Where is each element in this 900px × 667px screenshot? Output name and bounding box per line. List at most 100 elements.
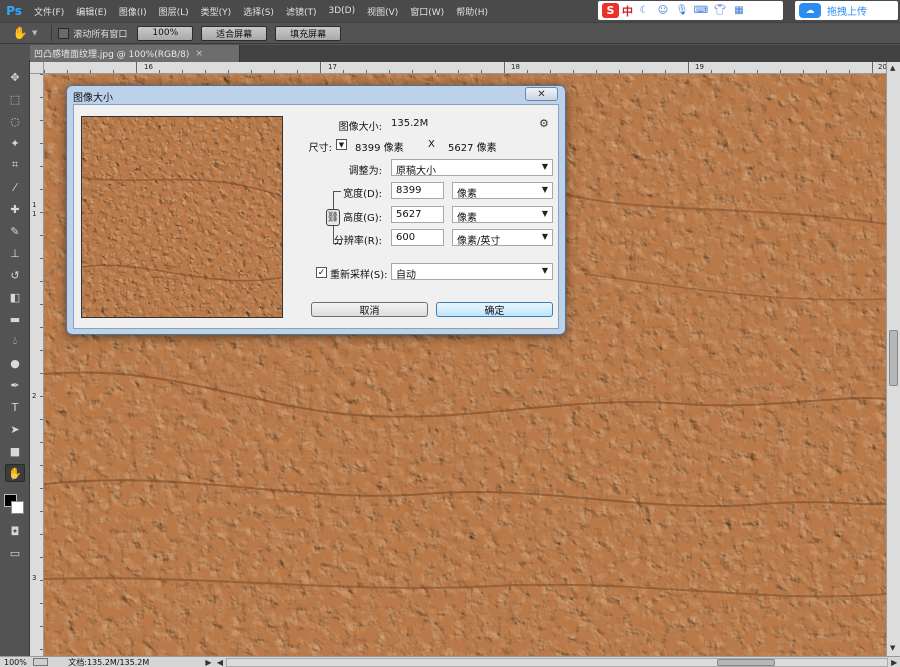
fill-screen-button[interactable]: 填充屏幕: [275, 25, 342, 41]
ime-mode-toggle[interactable]: 中: [622, 3, 633, 19]
image-size-label: 图像大小:: [338, 122, 382, 133]
document-tab[interactable]: 凹凸感墙面纹理.jpg @ 100%(RGB/8) ×: [30, 45, 240, 62]
resample-checkbox[interactable]: ✓: [316, 267, 327, 278]
menu-3d[interactable]: 3D(D): [322, 6, 361, 16]
moon-icon[interactable]: ☾: [636, 4, 652, 17]
menu-filter[interactable]: 滤镜(T): [280, 5, 323, 18]
hand-tool-icon[interactable]: ✋: [10, 24, 30, 42]
pen-tool-icon[interactable]: ✒: [5, 376, 25, 394]
horizontal-scroll-thumb[interactable]: [716, 658, 775, 666]
ruler-tick: [596, 70, 597, 73]
tool-preset-dropdown-icon[interactable]: ▼: [32, 29, 37, 37]
brush-tool-icon[interactable]: ✎: [5, 222, 25, 240]
fit-screen-button[interactable]: 适合屏幕: [201, 25, 268, 41]
vertical-scrollbar[interactable]: ▲ ▼: [886, 62, 900, 656]
gear-icon[interactable]: ⚙: [539, 117, 549, 130]
ruler-tick: [435, 70, 436, 73]
ruler-tick: [550, 70, 551, 73]
image-preview[interactable]: [81, 116, 283, 318]
status-menu-icon[interactable]: ▶: [203, 658, 215, 667]
menu-type[interactable]: 类型(Y): [195, 5, 238, 18]
menu-edit[interactable]: 编辑(E): [70, 5, 113, 18]
crop-tool-icon[interactable]: ⌗: [5, 156, 25, 174]
ruler-tick: [872, 62, 873, 73]
vertical-ruler[interactable]: 1 1 2 3: [30, 74, 44, 656]
ruler-tick: [136, 62, 137, 73]
clone-stamp-tool-icon[interactable]: ⊥: [5, 244, 25, 262]
menu-layer[interactable]: 图层(L): [153, 5, 195, 18]
shirt-icon[interactable]: 👕︎: [712, 4, 728, 17]
status-zoom[interactable]: 100%: [0, 658, 33, 667]
height-unit-select[interactable]: 像素 ▼: [452, 206, 553, 224]
eraser-tool-icon[interactable]: ◧: [5, 288, 25, 306]
width-unit-select[interactable]: 像素 ▼: [452, 182, 553, 200]
menu-select[interactable]: 选择(S): [237, 5, 280, 18]
smile-icon[interactable]: ☺: [655, 4, 671, 17]
rectangle-tool-icon[interactable]: ■: [5, 442, 25, 460]
resolution-unit-select[interactable]: 像素/英寸 ▼: [452, 229, 553, 247]
close-icon[interactable]: ✕: [525, 87, 558, 101]
ruler-tick: [412, 70, 413, 73]
keyboard-icon[interactable]: ⌨: [693, 4, 709, 17]
width-input[interactable]: 8399: [391, 182, 444, 199]
ruler-label: 18: [511, 63, 520, 71]
ruler-label: 20: [878, 63, 886, 71]
lasso-tool-icon[interactable]: ◌: [5, 112, 25, 130]
dimensions-dropdown-icon[interactable]: ▼: [336, 139, 347, 150]
ruler-tick: [297, 70, 298, 73]
background-color-swatch[interactable]: [11, 501, 24, 514]
healing-brush-tool-icon[interactable]: ✚: [5, 200, 25, 218]
menu-view[interactable]: 视图(V): [361, 5, 404, 18]
menu-window[interactable]: 窗口(W): [404, 5, 450, 18]
image-size-dialog: 图像大小 ✕ ⚙ 图像大小: 135.2M 尺寸: ▼ 8399 像素 X 56…: [66, 85, 566, 335]
scroll-left-icon[interactable]: ◀: [214, 658, 226, 667]
height-input[interactable]: 5627: [391, 206, 444, 223]
ruler-tick: [780, 70, 781, 73]
mic-icon[interactable]: 🎙︎: [674, 4, 690, 17]
zoom-100-button[interactable]: 100%: [137, 25, 194, 41]
ruler-tick: [40, 304, 43, 305]
menu-file[interactable]: 文件(F): [28, 5, 70, 18]
gradient-tool-icon[interactable]: ▬: [5, 310, 25, 328]
history-brush-tool-icon[interactable]: ↺: [5, 266, 25, 284]
ruler-tick: [40, 120, 43, 121]
resolution-unit-value: 像素/英寸: [457, 236, 501, 247]
ruler-tick: [688, 62, 689, 73]
cancel-button[interactable]: 取消: [311, 302, 428, 317]
scroll-right-icon[interactable]: ▶: [888, 658, 900, 667]
eyedropper-tool-icon[interactable]: ⁄: [5, 178, 25, 196]
resample-select[interactable]: 自动 ▼: [391, 263, 553, 281]
quick-mask-icon[interactable]: ◘: [5, 522, 25, 540]
ruler-tick: [44, 70, 45, 73]
grid-icon[interactable]: ▦: [731, 4, 747, 17]
sogou-logo-icon[interactable]: S: [602, 3, 619, 18]
scroll-down-icon[interactable]: ▼: [890, 644, 895, 652]
close-icon[interactable]: ×: [195, 49, 203, 59]
path-selection-tool-icon[interactable]: ➤: [5, 420, 25, 438]
scroll-all-windows-checkbox[interactable]: [58, 27, 70, 39]
scroll-up-icon[interactable]: ▲: [890, 64, 895, 72]
magic-wand-tool-icon[interactable]: ✦: [5, 134, 25, 152]
marquee-tool-icon[interactable]: ⬚: [5, 90, 25, 108]
options-bar: ✋ ▼ 滚动所有窗口 100% 适合屏幕 填充屏幕: [0, 22, 900, 44]
horizontal-scrollbar[interactable]: [225, 657, 889, 667]
blur-tool-icon[interactable]: 💧︎: [5, 332, 25, 350]
status-preview-icon[interactable]: [32, 658, 49, 666]
ruler-tick: [573, 70, 574, 73]
dodge-tool-icon[interactable]: ●: [5, 354, 25, 372]
horizontal-ruler[interactable]: 16 17 18 19 20: [44, 62, 886, 74]
screen-mode-icon[interactable]: ▭: [5, 544, 25, 562]
ruler-tick: [504, 62, 505, 73]
menu-image[interactable]: 图像(I): [113, 5, 153, 18]
resolution-input[interactable]: 600: [391, 229, 444, 246]
cloud-icon: ☁: [799, 3, 821, 18]
ruler-tick: [40, 626, 43, 627]
vertical-scroll-thumb[interactable]: [889, 330, 898, 386]
zoom-tool-icon[interactable]: ⌕: [5, 468, 25, 486]
fit-to-select[interactable]: 原稿大小 ▼: [391, 159, 553, 177]
ok-button[interactable]: 确定: [436, 302, 553, 317]
type-tool-icon[interactable]: T: [5, 398, 25, 416]
menu-help[interactable]: 帮助(H): [450, 5, 494, 18]
move-tool-icon[interactable]: ✥: [5, 68, 25, 86]
cloud-upload-button[interactable]: ☁ 拖拽上传: [795, 1, 898, 20]
